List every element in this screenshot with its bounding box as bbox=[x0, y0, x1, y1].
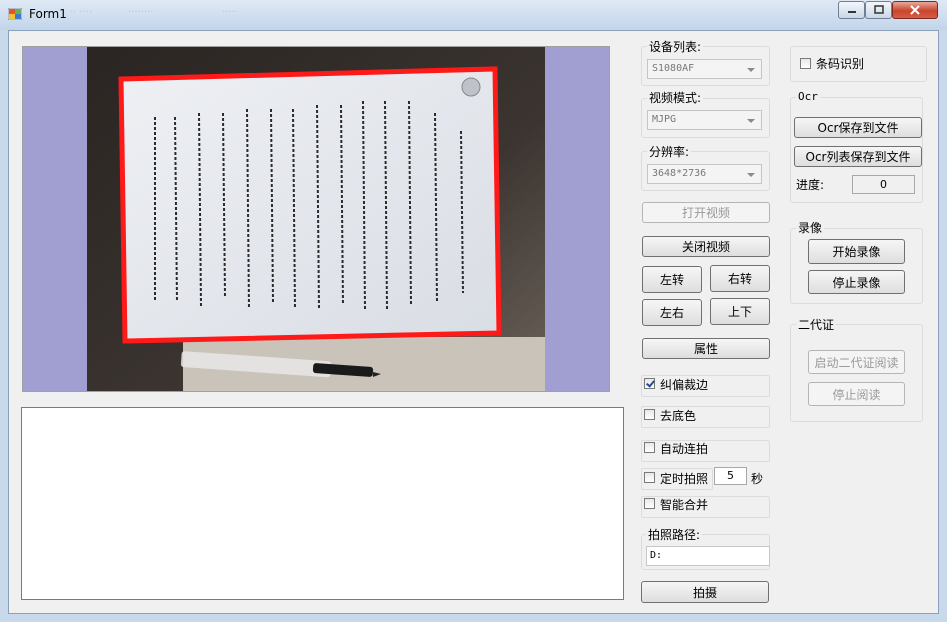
flip-vertical-button[interactable]: 上下 bbox=[710, 298, 770, 325]
timer-unit-label: 秒 bbox=[751, 472, 764, 486]
stop-recording-button[interactable]: 停止录像 bbox=[808, 270, 905, 294]
result-textbox[interactable] bbox=[21, 407, 624, 600]
idcard-stop-button[interactable]: 停止阅读 bbox=[808, 382, 905, 406]
title-ghost-text: ····· bbox=[222, 7, 238, 18]
resolution-dropdown-value: 3648*2736 bbox=[652, 168, 707, 179]
minimize-icon bbox=[847, 11, 856, 13]
open-video-button[interactable]: 打开视频 bbox=[642, 202, 770, 223]
minimize-button[interactable] bbox=[838, 1, 865, 19]
ocr-group-label: Ocr bbox=[796, 90, 820, 103]
capture-path-input[interactable]: D: bbox=[646, 546, 770, 566]
idcard-group-label: 二代证 bbox=[796, 316, 837, 333]
timer-seconds-input[interactable]: 5 bbox=[714, 467, 747, 485]
maximize-icon bbox=[873, 5, 884, 14]
recording-group-label: 录像 bbox=[796, 219, 825, 236]
rotate-left-button[interactable]: 左转 bbox=[642, 266, 702, 293]
barcode-label[interactable]: 条码识别 bbox=[816, 55, 864, 72]
ocr-save-file-button[interactable]: Ocr保存到文件 bbox=[794, 117, 922, 138]
chevron-down-icon bbox=[747, 119, 755, 123]
camera-preview[interactable] bbox=[22, 46, 610, 392]
video-mode-label: 视频模式: bbox=[647, 89, 704, 106]
title-ghost-text: ········ bbox=[128, 7, 154, 18]
video-mode-dropdown-value: MJPG bbox=[652, 114, 677, 125]
ocr-save-list-button[interactable]: Ocr列表保存到文件 bbox=[794, 146, 922, 167]
close-video-button[interactable]: 关闭视频 bbox=[642, 236, 770, 257]
camera-frame-image bbox=[87, 47, 545, 391]
device-list-label: 设备列表: bbox=[647, 38, 704, 55]
properties-button[interactable]: 属性 bbox=[642, 338, 770, 359]
deskew-label[interactable]: 纠偏裁边 bbox=[660, 376, 708, 393]
deskew-checkbox[interactable] bbox=[644, 378, 655, 389]
ocr-progress-value: 0 bbox=[852, 175, 915, 194]
smart-merge-label[interactable]: 智能合并 bbox=[660, 496, 708, 513]
device-dropdown-value: S1080AF bbox=[652, 63, 695, 74]
device-dropdown[interactable]: S1080AF bbox=[647, 59, 762, 79]
app-icon bbox=[7, 7, 23, 21]
auto-capture-label[interactable]: 自动连拍 bbox=[660, 440, 708, 457]
start-recording-button[interactable]: 开始录像 bbox=[808, 239, 905, 264]
window-title: Form1 bbox=[29, 7, 67, 21]
maximize-button[interactable] bbox=[865, 1, 892, 19]
title-ghost-text: ·· ···· bbox=[70, 7, 93, 18]
resolution-dropdown[interactable]: 3648*2736 bbox=[647, 164, 762, 184]
capture-button[interactable]: 拍摄 bbox=[641, 581, 769, 603]
flip-horizontal-button[interactable]: 左右 bbox=[642, 299, 702, 326]
ocr-progress-label: 进度: bbox=[796, 178, 825, 192]
timed-capture-label[interactable]: 定时拍照 bbox=[660, 470, 708, 487]
rotate-right-button[interactable]: 右转 bbox=[710, 265, 770, 292]
chevron-down-icon bbox=[747, 173, 755, 177]
remove-bg-checkbox[interactable] bbox=[644, 409, 655, 420]
close-button[interactable] bbox=[892, 1, 938, 19]
close-icon bbox=[910, 5, 920, 15]
smart-merge-checkbox[interactable] bbox=[644, 498, 655, 509]
resolution-label: 分辨率: bbox=[647, 143, 692, 160]
chevron-down-icon bbox=[747, 68, 755, 72]
video-mode-dropdown[interactable]: MJPG bbox=[647, 110, 762, 130]
auto-capture-checkbox[interactable] bbox=[644, 442, 655, 453]
capture-path-label: 拍照路径: bbox=[646, 526, 703, 543]
title-bar[interactable]: Form1 ·· ···· ········ ····· bbox=[0, 0, 947, 30]
idcard-start-button[interactable]: 启动二代证阅读 bbox=[808, 350, 905, 374]
remove-bg-label[interactable]: 去底色 bbox=[660, 407, 696, 424]
barcode-checkbox[interactable] bbox=[800, 58, 811, 69]
timed-capture-checkbox[interactable] bbox=[644, 472, 655, 483]
